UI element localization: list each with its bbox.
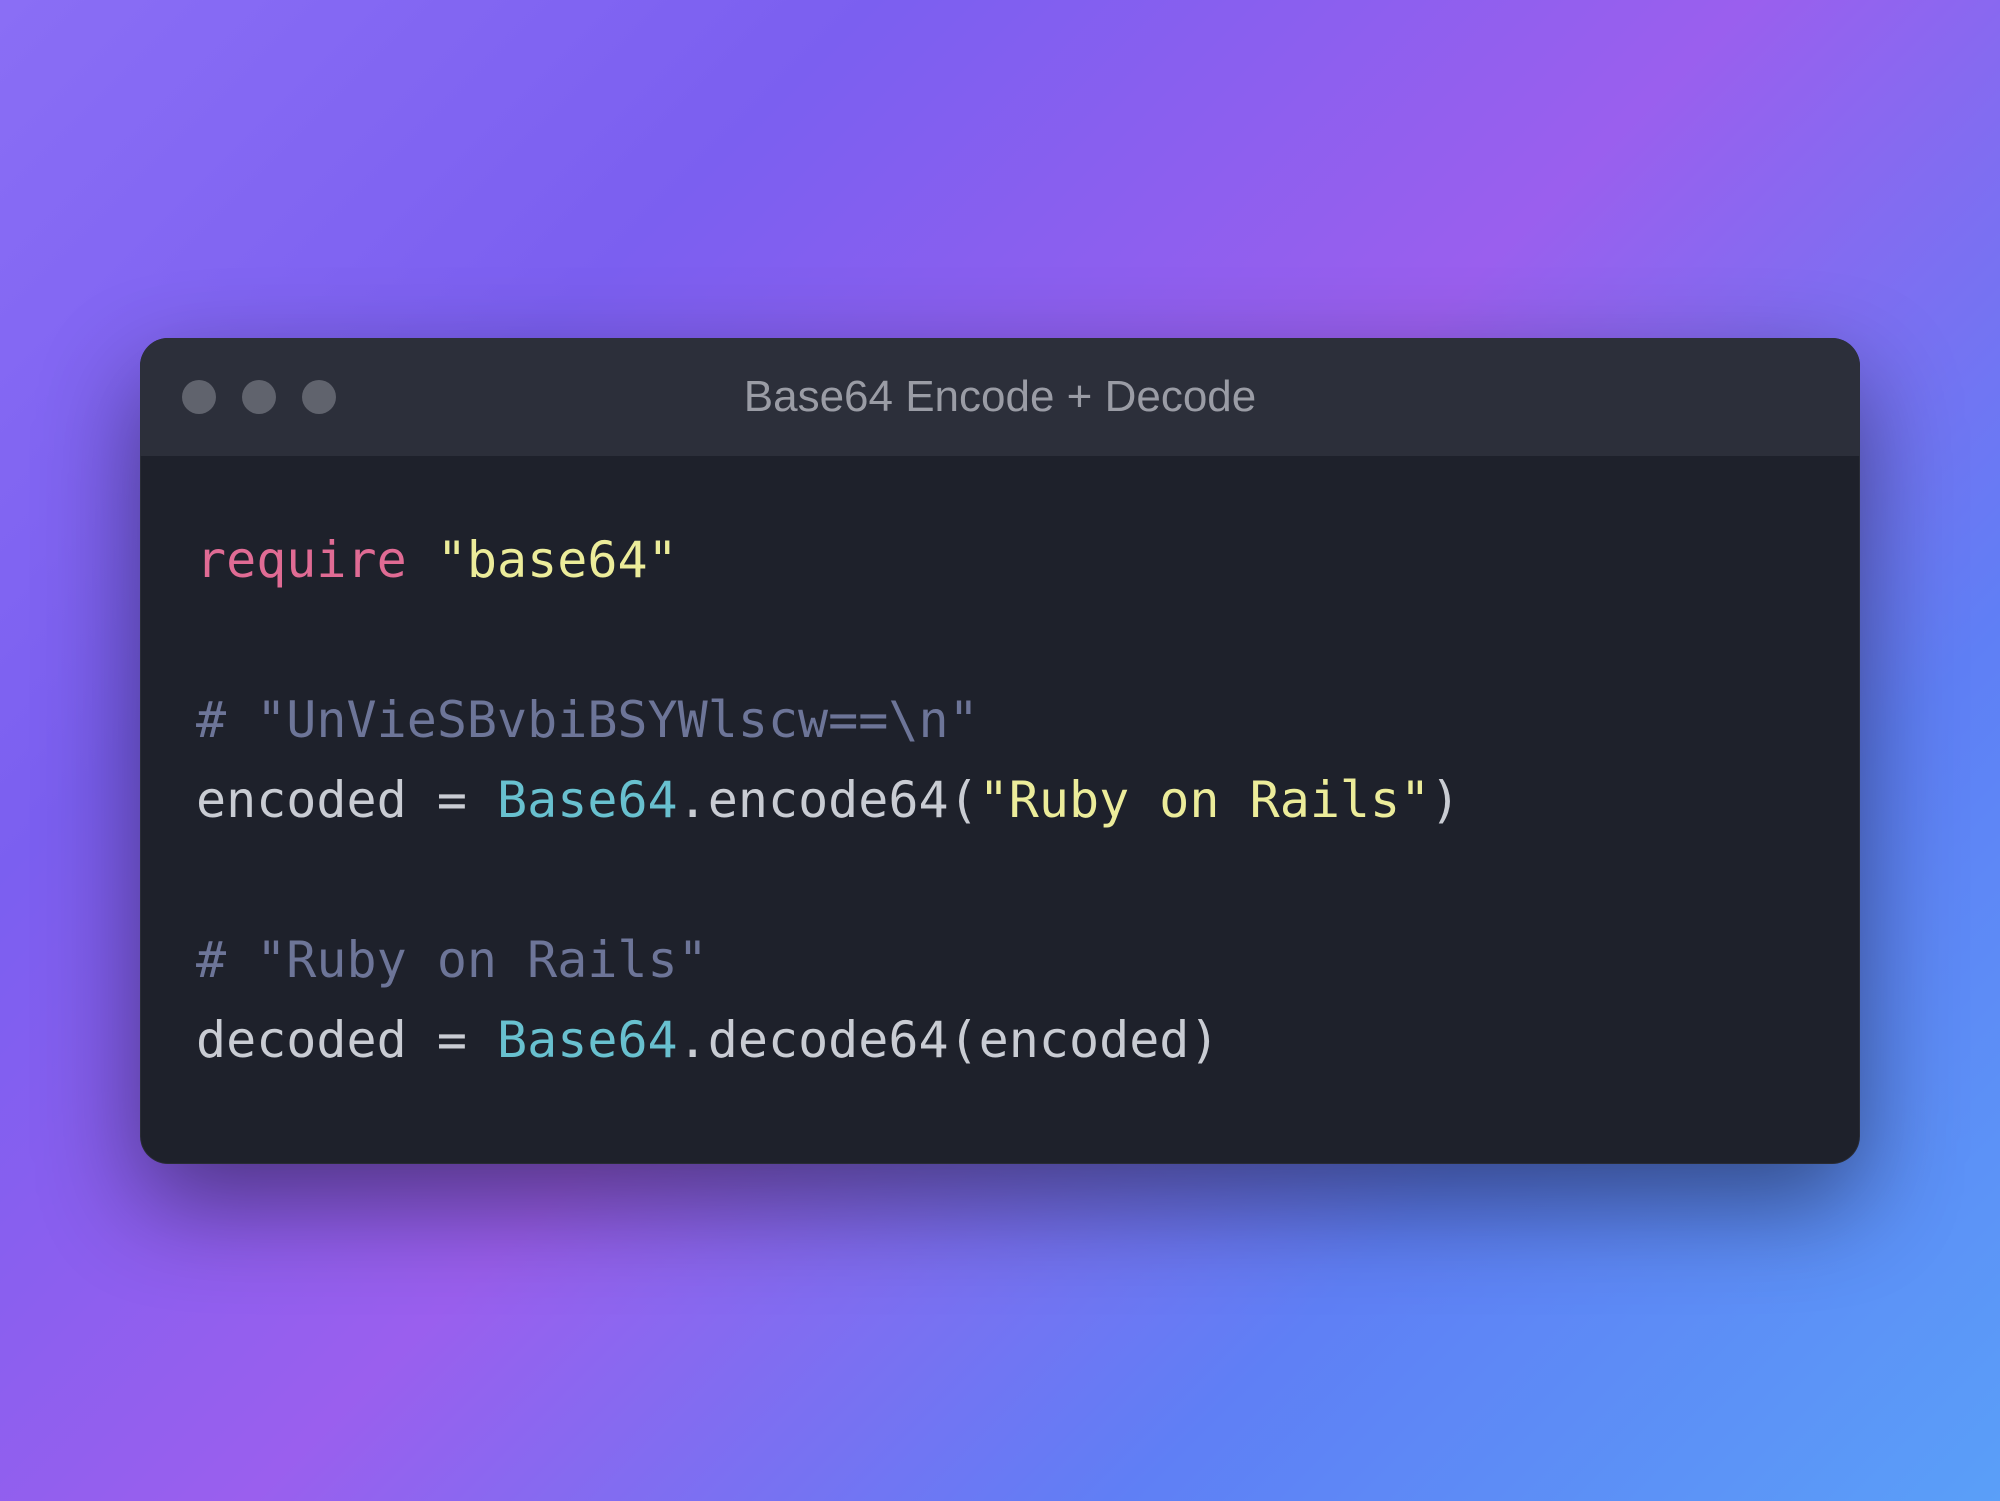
token-plain: .encode64( xyxy=(678,771,979,829)
token-space xyxy=(407,531,437,589)
code-area: require "base64" # "UnVieSBvbiBSYWlscw==… xyxy=(140,456,1860,1164)
token-plain: decoded = xyxy=(196,1011,497,1069)
traffic-lights xyxy=(182,380,336,414)
code-line: decoded = Base64.decode64(encoded) xyxy=(196,1011,1220,1069)
zoom-icon[interactable] xyxy=(302,380,336,414)
close-icon[interactable] xyxy=(182,380,216,414)
code-line: require "base64" xyxy=(196,531,678,589)
token-comment: # "Ruby on Rails" xyxy=(196,931,708,989)
token-const: Base64 xyxy=(497,1011,678,1069)
token-plain: .decode64(encoded) xyxy=(678,1011,1220,1069)
code-line: encoded = Base64.encode64("Ruby on Rails… xyxy=(196,771,1460,829)
token-keyword: require xyxy=(196,531,407,589)
titlebar: Base64 Encode + Decode xyxy=(140,338,1860,456)
token-plain: ) xyxy=(1430,771,1460,829)
window-title: Base64 Encode + Decode xyxy=(140,372,1860,422)
token-string: "base64" xyxy=(437,531,678,589)
code-window: Base64 Encode + Decode require "base64" … xyxy=(140,338,1860,1164)
token-plain: encoded = xyxy=(196,771,497,829)
code-line: # "Ruby on Rails" xyxy=(196,931,708,989)
token-const: Base64 xyxy=(497,771,678,829)
minimize-icon[interactable] xyxy=(242,380,276,414)
code-line: # "UnVieSBvbiBSYWlscw==\n" xyxy=(196,691,979,749)
token-comment: # "UnVieSBvbiBSYWlscw==\n" xyxy=(196,691,979,749)
token-string: "Ruby on Rails" xyxy=(979,771,1431,829)
